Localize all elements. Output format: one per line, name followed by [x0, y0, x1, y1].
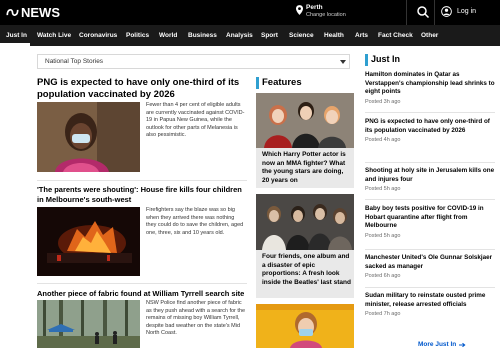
just-in-title: Just In	[371, 54, 401, 64]
feature-card[interactable]: Four friends, one album and a disaster o…	[256, 250, 354, 298]
just-in-item[interactable]: Sudan military to reinstate ousted prime…	[365, 292, 495, 317]
feature-image[interactable]	[256, 93, 354, 148]
more-just-in-label: More Just In	[418, 341, 457, 348]
nav-item-analysis[interactable]: Analysis	[226, 32, 253, 39]
just-in-item[interactable]: Baby boy tests positive for COVID-19 in …	[365, 205, 495, 239]
just-in-headline[interactable]: Baby boy tests positive for COVID-19 in …	[365, 205, 495, 231]
just-in-timestamp: Posted 4h ago	[365, 137, 401, 143]
divider	[406, 0, 407, 25]
just-in-divider	[365, 287, 495, 288]
location-selector[interactable]: Perth Change location	[296, 4, 346, 19]
story-summary: Fewer than 4 per cent of eligible adults…	[146, 102, 245, 138]
features-accent-bar	[256, 77, 259, 89]
feature-image[interactable]	[256, 194, 354, 250]
nav-item-science[interactable]: Science	[289, 32, 314, 39]
nav-item-world[interactable]: World	[159, 32, 177, 39]
just-in-item[interactable]: Hamilton dominates in Qatar as Verstappe…	[365, 71, 495, 105]
just-in-headline[interactable]: PNG is expected to have only one-third o…	[365, 118, 495, 135]
nav-item-coronavirus[interactable]: Coronavirus	[79, 32, 117, 39]
just-in-divider	[365, 249, 495, 250]
location-pin-icon	[296, 5, 303, 15]
nav-item-politics[interactable]: Politics	[126, 32, 149, 39]
just-in-headline[interactable]: Sudan military to reinstate ousted prime…	[365, 292, 495, 309]
just-in-headline[interactable]: Manchester United's Ole Gunnar Solskjaer…	[365, 254, 495, 271]
just-in-divider	[365, 199, 495, 200]
story-divider	[37, 283, 247, 284]
divider	[434, 0, 435, 25]
story-divider	[37, 180, 247, 181]
nav-item-arts[interactable]: Arts	[355, 32, 368, 39]
nav-item-watch-live[interactable]: Watch Live	[37, 32, 71, 39]
main-nav: Just In Watch Live Coronavirus Politics …	[0, 25, 500, 46]
story-headline[interactable]: 'The parents were shouting': House fire …	[37, 185, 247, 205]
story-summary: Firefighters say the blaze was so big wh…	[146, 207, 244, 236]
feature-card[interactable]: Which Harry Potter actor is now an MMA f…	[256, 148, 354, 188]
nav-active-indicator	[0, 43, 30, 46]
just-in-item[interactable]: Manchester United's Ole Gunnar Solskjaer…	[365, 254, 495, 279]
abc-news-logo[interactable]: NEWS	[6, 5, 60, 20]
story-headline[interactable]: Another piece of fabric found at William…	[37, 289, 247, 299]
user-icon	[441, 6, 452, 17]
just-in-timestamp: Posted 3h ago	[365, 98, 401, 105]
nav-item-business[interactable]: Business	[188, 32, 217, 39]
feature-headline[interactable]: Four friends, one album and a disaster o…	[262, 253, 352, 287]
login-label: Log in	[457, 8, 477, 15]
feature-headline[interactable]: Which Harry Potter actor is now an MMA f…	[262, 151, 352, 185]
nav-item-health[interactable]: Health	[324, 32, 344, 39]
nav-item-just-in[interactable]: Just In	[6, 32, 27, 39]
nav-item-sport[interactable]: Sport	[261, 32, 278, 39]
features-title: Features	[262, 77, 302, 88]
brand-name: NEWS	[21, 5, 60, 20]
just-in-timestamp: Posted 6h ago	[365, 273, 401, 279]
story-image[interactable]	[37, 207, 140, 276]
abc-logo-icon	[6, 9, 19, 16]
feature-image[interactable]	[256, 304, 354, 348]
location-city: Perth	[306, 4, 323, 11]
more-just-in-link[interactable]: More Just In	[418, 341, 466, 348]
story-headline[interactable]: PNG is expected to have only one-third o…	[37, 77, 247, 101]
story-summary: NSW Police find another piece of fabric …	[146, 300, 246, 336]
just-in-timestamp: Posted 5h ago	[365, 232, 401, 239]
story-image[interactable]	[37, 300, 140, 348]
just-in-headline[interactable]: Shooting at holy site in Jerusalem kills…	[365, 167, 495, 184]
change-location-link[interactable]: Change location	[306, 12, 346, 19]
just-in-item[interactable]: Shooting at holy site in Jerusalem kills…	[365, 167, 495, 192]
nav-item-other[interactable]: Other	[421, 32, 438, 39]
arrow-right-icon	[459, 342, 466, 347]
story-image[interactable]	[37, 102, 140, 172]
dropdown-selected-value: National Top Stories	[45, 58, 104, 65]
top-bar: NEWS Perth Change location Log in	[0, 0, 500, 25]
nav-item-fact-check[interactable]: Fact Check	[378, 32, 413, 39]
just-in-divider	[365, 162, 495, 163]
top-stories-dropdown[interactable]: National Top Stories	[37, 54, 350, 69]
just-in-timestamp: Posted 7h ago	[365, 311, 401, 317]
search-icon[interactable]	[416, 5, 430, 19]
login-button[interactable]: Log in	[441, 6, 476, 17]
just-in-item[interactable]: PNG is expected to have only one-third o…	[365, 118, 495, 143]
just-in-headline[interactable]: Hamilton dominates in Qatar as Verstappe…	[365, 71, 495, 97]
just-in-timestamp: Posted 5h ago	[365, 186, 401, 192]
chevron-down-icon	[340, 60, 346, 64]
just-in-divider	[365, 112, 495, 113]
just-in-accent-bar	[365, 54, 368, 66]
